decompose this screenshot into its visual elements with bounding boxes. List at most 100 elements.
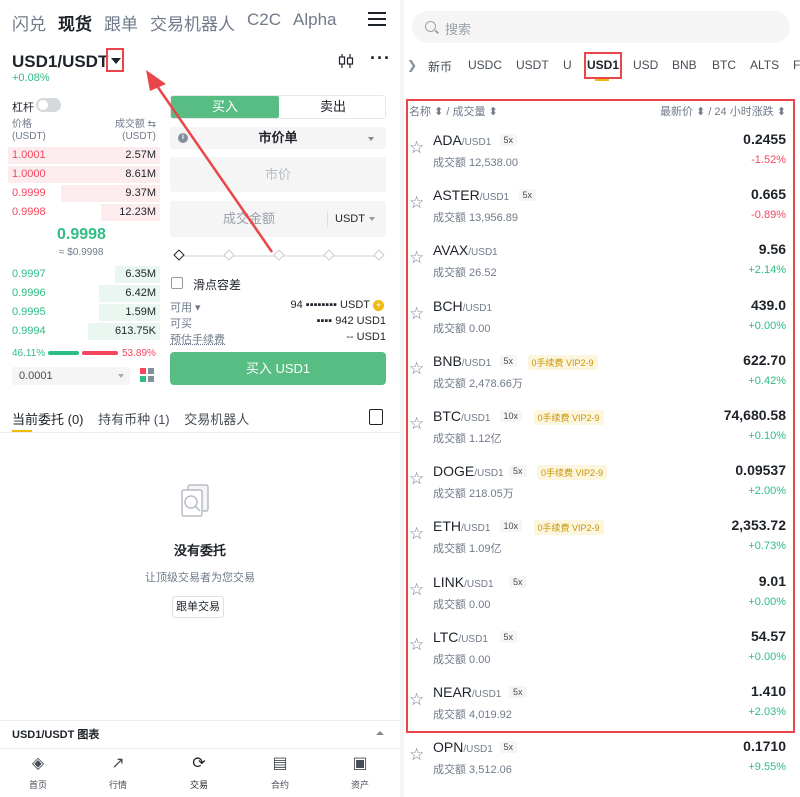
- order-history-icon[interactable]: [369, 409, 383, 425]
- orderbook-volume-header[interactable]: 成交额 ⇆ (USDT): [103, 119, 156, 143]
- orderbook-row[interactable]: 0.9995 1.59M: [0, 303, 160, 322]
- orderbook-price: 1.0000: [12, 168, 46, 180]
- chart-toggle[interactable]: USD1/USDT 图表: [0, 720, 400, 744]
- amount-placeholder: 成交金额: [223, 211, 276, 226]
- tab-u[interactable]: U: [563, 58, 572, 72]
- amount-input[interactable]: 成交金额 USDT: [170, 201, 386, 237]
- pair-dropdown-caret-icon[interactable]: [106, 48, 124, 72]
- buy-ratio-bar: [48, 351, 79, 355]
- hamburger-menu-icon[interactable]: [368, 12, 386, 28]
- orderbook-row[interactable]: 1.0000 8.61M: [0, 165, 160, 184]
- orderbook-row[interactable]: 0.9998 12.23M: [0, 203, 160, 222]
- volume-unit: (USDT): [122, 131, 156, 142]
- market-row[interactable]: ☆ OPN/USD1 5x 成交额 3,512.06 0.1710 +9.55%: [404, 729, 800, 784]
- tab-usdc[interactable]: USDC: [468, 58, 502, 72]
- home-icon: ◈: [31, 755, 45, 772]
- slider-step-50[interactable]: [273, 249, 285, 261]
- search-placeholder: 搜索: [445, 22, 472, 37]
- orderbook-layout-icon[interactable]: [140, 368, 154, 382]
- buy-usd1-button[interactable]: 买入 USD1: [170, 352, 386, 385]
- bottom-nav-label: 资产: [350, 780, 369, 790]
- tab-open-orders[interactable]: 当前委托 (0): [12, 412, 84, 427]
- tab-bots[interactable]: 交易机器人: [184, 412, 249, 427]
- tab-f[interactable]: F: [793, 58, 800, 72]
- nav-copy-trading[interactable]: 跟单: [104, 10, 138, 35]
- bottom-nav-label: 首页: [28, 780, 47, 790]
- orderbook-qty: 9.37M: [125, 187, 156, 199]
- tab-buy[interactable]: 买入: [171, 96, 279, 118]
- orderbook-price: 1.0001: [12, 149, 46, 161]
- price-header: 价格: [12, 119, 32, 130]
- tab-holdings[interactable]: 持有币种 (1): [98, 412, 170, 427]
- nav-convert[interactable]: 闪兑: [12, 10, 46, 35]
- trade-icon: ⟳: [192, 755, 206, 772]
- orderbook-price: 0.9994: [12, 325, 46, 337]
- active-tab-underline: [12, 430, 32, 432]
- top-nav: 闪兑 现货 跟单 交易机器人 C2C Alpha: [12, 10, 349, 35]
- tab-btc[interactable]: BTC: [712, 58, 736, 72]
- empty-orders-title: 没有委托: [173, 543, 226, 558]
- markets-icon: ↗: [111, 755, 125, 772]
- hot-icon[interactable]: ❯: [407, 58, 417, 72]
- nav-trading-bots[interactable]: 交易机器人: [150, 10, 235, 35]
- orderbook-row[interactable]: 0.9997 6.35M: [0, 265, 160, 284]
- nav-c2c[interactable]: C2C: [247, 10, 281, 35]
- active-tab-underline: [595, 79, 609, 81]
- candlestick-chart-icon[interactable]: [338, 54, 354, 68]
- tab-usd[interactable]: USD: [633, 58, 658, 72]
- tab-sell[interactable]: 卖出: [279, 96, 387, 118]
- tab-alts[interactable]: ALTS: [750, 58, 779, 72]
- bottom-nav-label: 交易: [189, 780, 208, 790]
- last-price: 0.9998: [57, 226, 106, 243]
- market-symbol: OPN/USD1: [433, 739, 493, 755]
- more-options-icon[interactable]: ···: [370, 48, 391, 69]
- star-icon[interactable]: ☆: [409, 745, 424, 765]
- bottom-nav-trade[interactable]: ⟳ 交易: [169, 755, 229, 791]
- slider-handle[interactable]: [173, 249, 185, 261]
- bottom-nav-home[interactable]: ◈ 首页: [8, 755, 68, 791]
- orderbook-qty: 8.61M: [125, 168, 156, 180]
- fee-label[interactable]: 预估手续费: [170, 331, 225, 347]
- tab-usdt[interactable]: USDT: [516, 58, 549, 72]
- order-type-select[interactable]: i 市价单: [170, 127, 386, 149]
- pair-title[interactable]: USD1/USDT: [12, 52, 108, 72]
- add-funds-icon[interactable]: +: [373, 300, 384, 311]
- empty-orders-subtitle: 让顶级交易者为您交易: [145, 572, 255, 584]
- orderbook-row[interactable]: 0.9996 6.42M: [0, 284, 160, 303]
- orderbook-qty: 613.75K: [115, 325, 156, 337]
- buyable-label: 可买: [170, 318, 192, 330]
- orderbook-row[interactable]: 0.9994 613.75K: [0, 322, 160, 341]
- orderbook-price: 0.9999: [12, 187, 46, 199]
- tab-bnb[interactable]: BNB: [672, 58, 697, 72]
- copy-trading-button[interactable]: 跟单交易: [172, 596, 224, 618]
- usd1-tab-highlight: [584, 52, 622, 79]
- bottom-nav-markets[interactable]: ↗ 行情: [88, 755, 148, 791]
- slippage-checkbox[interactable]: [171, 277, 183, 289]
- bottom-nav-futures[interactable]: ▤ 合约: [250, 755, 310, 791]
- slider-step-100[interactable]: [373, 249, 385, 261]
- orderbook-price: 0.9996: [12, 287, 46, 299]
- fee-value: -- USD1: [346, 331, 386, 343]
- amount-currency-select[interactable]: USDT: [335, 201, 365, 237]
- info-icon[interactable]: i: [178, 133, 188, 143]
- available-label[interactable]: 可用 ▾: [170, 299, 201, 315]
- wallet-icon: ▣: [352, 755, 368, 772]
- symbol-base: OPN: [433, 739, 464, 756]
- orderbook-row[interactable]: 0.9999 9.37M: [0, 184, 160, 203]
- bottom-nav-label: 行情: [108, 780, 127, 790]
- slider-step-75[interactable]: [323, 249, 335, 261]
- leverage-toggle[interactable]: [36, 98, 61, 112]
- nav-spot[interactable]: 现货: [58, 10, 92, 35]
- precision-select[interactable]: 0.0001: [12, 367, 130, 385]
- orderbook-price-header: 价格 (USDT): [12, 119, 46, 143]
- search-input[interactable]: 搜索: [412, 11, 790, 43]
- spot-trade-panel: 闪兑 现货 跟单 交易机器人 C2C Alpha USD1/USDT +0.08…: [0, 0, 400, 797]
- orderbook-row[interactable]: 1.0001 2.57M: [0, 146, 160, 165]
- nav-alpha[interactable]: Alpha: [293, 10, 336, 35]
- tab-new[interactable]: 新币: [428, 58, 452, 75]
- slider-step-25[interactable]: [223, 249, 235, 261]
- market-price-field: 市价: [170, 157, 386, 192]
- market-list-panel: 搜索 ❯ 新币 USDC USDT U USD1 USD BNB BTC ALT…: [404, 0, 800, 797]
- leverage-badge: 5x: [499, 741, 518, 754]
- bottom-nav-assets[interactable]: ▣ 资产: [330, 755, 390, 791]
